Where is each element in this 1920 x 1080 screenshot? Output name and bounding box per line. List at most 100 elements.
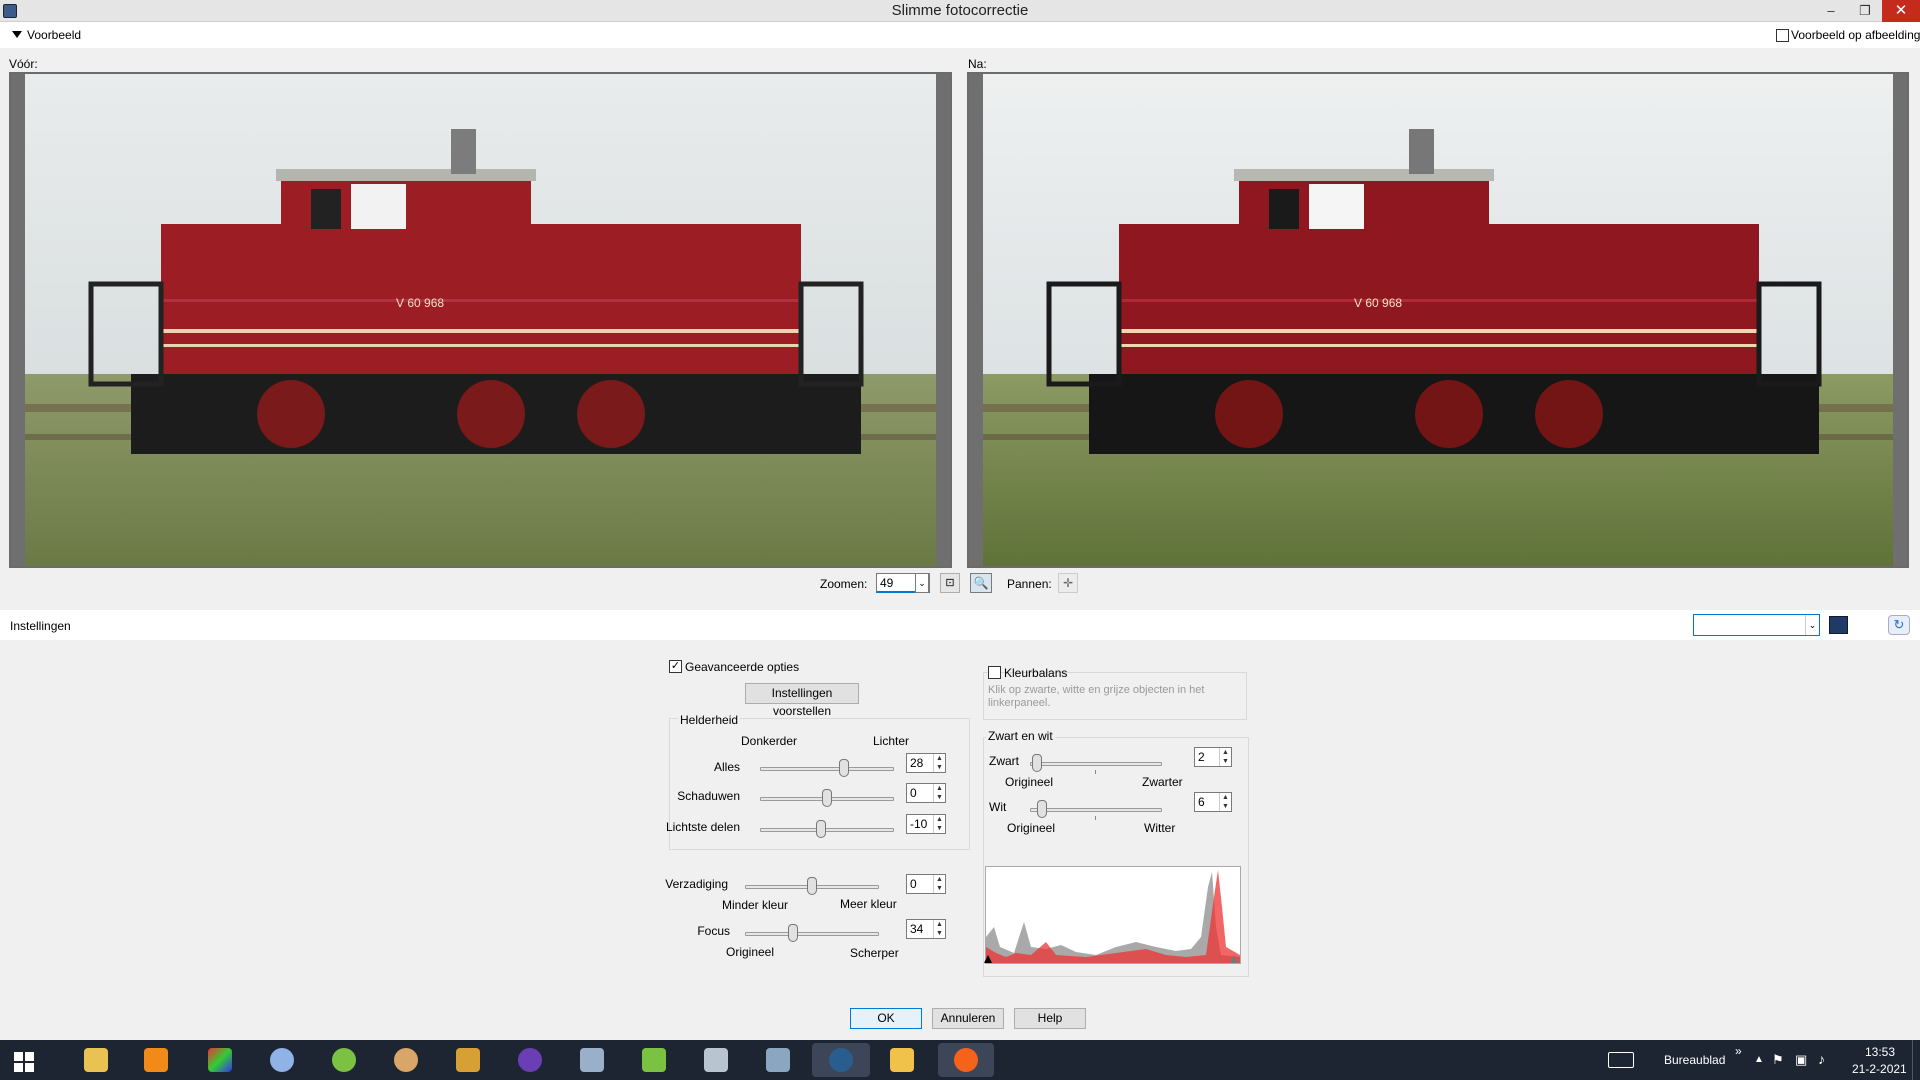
preset-dropdown[interactable]: ⌄ bbox=[1693, 614, 1820, 636]
saturation-spin-arrows-icon[interactable]: ▲ ▼ bbox=[933, 875, 945, 893]
all-slider-thumb[interactable] bbox=[839, 759, 850, 777]
close-button[interactable]: ✕ bbox=[1882, 0, 1920, 22]
flag-icon[interactable]: ⚑ bbox=[1772, 1052, 1784, 1068]
black-spin-arrows-icon[interactable]: ▲ ▼ bbox=[1219, 748, 1231, 766]
save-preset-icon[interactable] bbox=[1829, 616, 1848, 634]
before-loco-number: V 60 968 bbox=[396, 296, 444, 310]
white-spinner[interactable]: 6 ▲ ▼ bbox=[1194, 792, 1232, 812]
saturation-slider-thumb[interactable] bbox=[807, 877, 817, 895]
pan-tool-icon[interactable]: ✛ bbox=[1058, 573, 1078, 593]
eye-app-icon[interactable] bbox=[510, 1043, 550, 1077]
focus-spin-arrows-icon[interactable]: ▲ ▼ bbox=[933, 920, 945, 938]
shadows-spin-arrows-icon[interactable]: ▲ ▼ bbox=[933, 784, 945, 802]
fit-window-icon[interactable]: ⊡ bbox=[940, 573, 960, 593]
restore-button[interactable]: ❐ bbox=[1848, 0, 1882, 22]
black-value[interactable]: 2 bbox=[1198, 750, 1205, 764]
title-bar: Slimme fotocorrectie – ❐ ✕ bbox=[0, 0, 1920, 22]
firefox-icon[interactable] bbox=[938, 1043, 994, 1077]
white-slider-track[interactable] bbox=[1030, 808, 1162, 812]
help-button[interactable]: Help bbox=[1014, 1008, 1086, 1029]
zoom-tool-icon[interactable]: 🔍 bbox=[970, 573, 992, 593]
cancel-button[interactable]: Annuleren bbox=[932, 1008, 1004, 1029]
ok-button[interactable]: OK bbox=[850, 1008, 922, 1029]
before-label: Vóór: bbox=[9, 57, 38, 71]
settings-label: Instellingen bbox=[10, 619, 71, 633]
chevron-down-icon[interactable]: ⌄ bbox=[1805, 615, 1819, 635]
focus-value[interactable]: 34 bbox=[910, 922, 923, 936]
folder-icon[interactable] bbox=[882, 1043, 922, 1077]
black-point-marker-icon[interactable] bbox=[984, 955, 992, 963]
shadows-value[interactable]: 0 bbox=[910, 786, 917, 800]
cube-app-icon[interactable] bbox=[572, 1043, 612, 1077]
before-preview-image[interactable]: V 60 968 bbox=[9, 72, 952, 568]
photo-correction-app-icon[interactable] bbox=[812, 1043, 870, 1077]
suggest-settings-button[interactable]: Instellingen voorstellen bbox=[745, 683, 859, 718]
clock-time[interactable]: 13:53 bbox=[1865, 1045, 1895, 1059]
collapse-arrow-icon[interactable] bbox=[12, 31, 22, 38]
desktop-label[interactable]: Bureaublad bbox=[1664, 1053, 1725, 1067]
show-desktop-strip[interactable] bbox=[1912, 1040, 1920, 1080]
white-value[interactable]: 6 bbox=[1198, 795, 1205, 809]
drawing-app-icon[interactable] bbox=[448, 1043, 488, 1077]
sync-app-icon[interactable] bbox=[324, 1043, 364, 1077]
highlights-spinner[interactable]: -10 ▲ ▼ bbox=[906, 814, 946, 834]
highlights-spin-arrows-icon[interactable]: ▲ ▼ bbox=[933, 815, 945, 833]
black-spinner[interactable]: 2 ▲ ▼ bbox=[1194, 747, 1232, 767]
highlights-label: Lichtste delen bbox=[665, 820, 740, 834]
zoom-dropdown-icon[interactable]: ⌄ bbox=[915, 573, 929, 593]
saturation-spinner[interactable]: 0 ▲ ▼ bbox=[906, 874, 946, 894]
preview-header: Voorbeeld Voorbeeld op afbeelding bbox=[0, 22, 1920, 48]
color-balance-checkbox[interactable] bbox=[988, 666, 1001, 679]
zoom-value[interactable]: 49 bbox=[880, 576, 893, 590]
highlights-slider-track[interactable] bbox=[760, 828, 894, 832]
file-explorer-icon[interactable] bbox=[76, 1043, 116, 1077]
minimize-button[interactable]: – bbox=[1814, 0, 1848, 22]
preview-section-label[interactable]: Voorbeeld bbox=[27, 28, 81, 42]
document-app-icon[interactable] bbox=[696, 1043, 736, 1077]
settings-bar: Instellingen ⌄ ↻ bbox=[0, 610, 1920, 640]
desktop-chevron-icon[interactable]: » bbox=[1735, 1044, 1742, 1058]
photo-app-icon[interactable] bbox=[200, 1043, 240, 1077]
after-loco-number: V 60 968 bbox=[1354, 296, 1402, 310]
saturation-label: Verzadiging bbox=[665, 877, 728, 891]
window-title: Slimme fotocorrectie bbox=[891, 2, 1029, 19]
windows-start-icon[interactable] bbox=[4, 1043, 44, 1077]
darker-label: Donkerder bbox=[741, 734, 798, 748]
white-spin-arrows-icon[interactable]: ▲ ▼ bbox=[1219, 793, 1231, 811]
network-icon[interactable]: ▣ bbox=[1795, 1052, 1807, 1068]
paint-palette-icon[interactable] bbox=[386, 1043, 426, 1077]
spreadsheet-icon[interactable] bbox=[634, 1043, 674, 1077]
focus-slider-thumb[interactable] bbox=[788, 924, 799, 942]
focus-slider-track[interactable] bbox=[745, 932, 879, 936]
white-point-marker-icon[interactable] bbox=[1230, 955, 1238, 963]
white-max-label: Witter bbox=[1144, 821, 1176, 835]
preview-on-image-checkbox[interactable] bbox=[1776, 29, 1789, 42]
highlights-slider-thumb[interactable] bbox=[815, 820, 826, 838]
moon-app-icon[interactable] bbox=[262, 1043, 302, 1077]
all-value[interactable]: 28 bbox=[910, 756, 923, 770]
saturation-min-label: Minder kleur bbox=[722, 898, 789, 912]
highlights-value[interactable]: -10 bbox=[910, 817, 927, 831]
flight-sim-icon[interactable] bbox=[758, 1043, 798, 1077]
shadows-slider-thumb[interactable] bbox=[822, 789, 832, 807]
saturation-value[interactable]: 0 bbox=[910, 877, 917, 891]
saturation-max-label: Meer kleur bbox=[840, 897, 897, 911]
all-spin-arrows-icon[interactable]: ▲ ▼ bbox=[933, 754, 945, 772]
all-spinner[interactable]: 28 ▲ ▼ bbox=[906, 753, 946, 773]
clock-date[interactable]: 21-2-2021 bbox=[1852, 1062, 1907, 1076]
white-slider-thumb[interactable] bbox=[1037, 800, 1048, 818]
media-player-icon[interactable] bbox=[136, 1043, 176, 1077]
volume-icon[interactable]: ♪ bbox=[1818, 1051, 1825, 1067]
white-label: Wit bbox=[989, 800, 1007, 814]
focus-spinner[interactable]: 34 ▲ ▼ bbox=[906, 919, 946, 939]
after-preview-image[interactable]: V 60 968 bbox=[967, 72, 1909, 568]
reset-icon[interactable]: ↻ bbox=[1888, 615, 1910, 635]
black-slider-thumb[interactable] bbox=[1032, 754, 1043, 772]
advanced-options-checkbox[interactable]: ✓ bbox=[669, 660, 682, 673]
white-slider-tick bbox=[1095, 816, 1096, 820]
shadows-spinner[interactable]: 0 ▲ ▼ bbox=[906, 783, 946, 803]
tray-up-arrow-icon[interactable]: ▲ bbox=[1754, 1054, 1764, 1065]
all-slider-track[interactable] bbox=[760, 767, 894, 771]
keyboard-icon[interactable] bbox=[1608, 1052, 1634, 1068]
black-slider-track[interactable] bbox=[1030, 762, 1162, 766]
